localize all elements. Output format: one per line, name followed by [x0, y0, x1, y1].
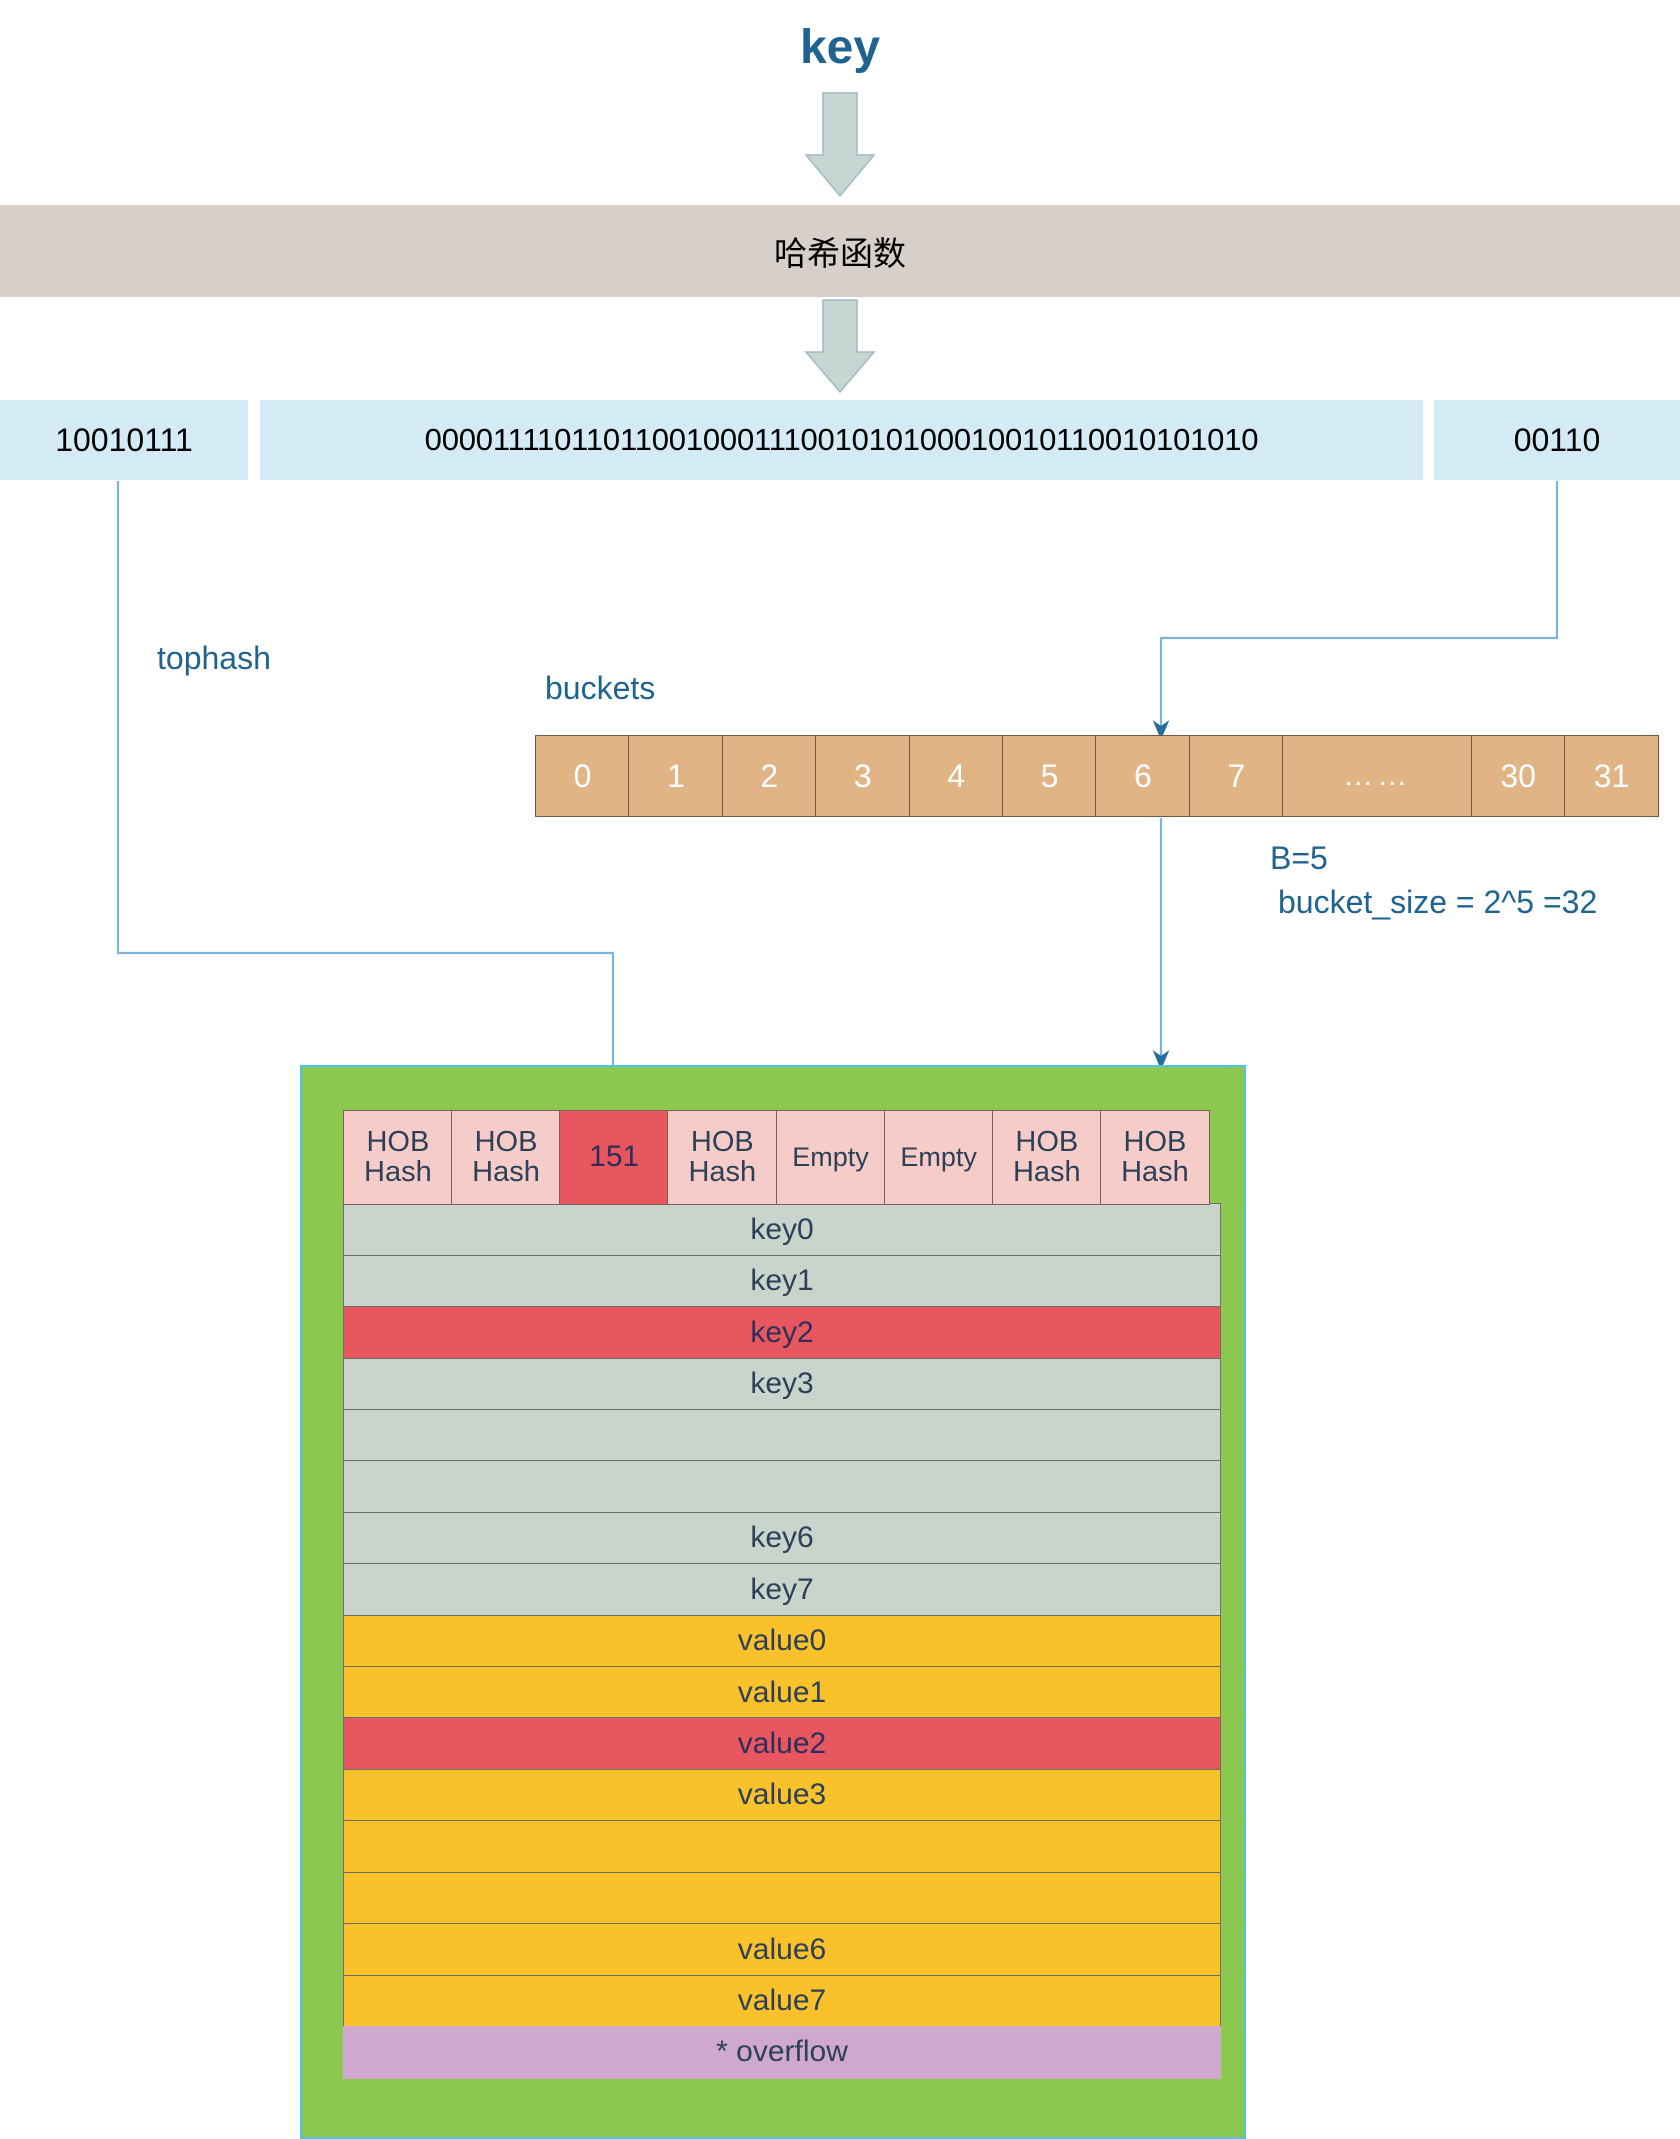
diagram-canvas: key 哈希函数 10010111 0000111101101100100011… [0, 0, 1680, 2139]
tophash-slot-line2: Hash [472, 1158, 540, 1188]
tophash-slot-line1: 151 [589, 1142, 639, 1173]
tophash-slot-1[interactable]: HOBHash [451, 1110, 561, 1205]
value-row-7[interactable]: value7 [343, 1975, 1221, 2028]
bucket-detail-contents: HOBHashHOBHash151HOBHashEmptyEmptyHOBHas… [343, 1110, 1221, 2079]
block-arrow-key-to-hash [806, 93, 874, 196]
value-row-0[interactable]: value0 [343, 1615, 1221, 1668]
buckets-label: buckets [545, 670, 655, 707]
tophash-slot-3[interactable]: HOBHash [667, 1110, 777, 1205]
key-row-2[interactable]: key2 [343, 1306, 1221, 1359]
key-row-0[interactable]: key0 [343, 1203, 1221, 1256]
tophash-slot-line1: HOB [1124, 1128, 1187, 1158]
bucket-cell-10[interactable]: 31 [1564, 735, 1659, 817]
page-title: key [0, 16, 1680, 78]
bucket-cell-5[interactable]: 5 [1002, 735, 1097, 817]
value-row-5[interactable] [343, 1872, 1221, 1925]
value-row-2[interactable]: value2 [343, 1717, 1221, 1770]
value-row-6[interactable]: value6 [343, 1923, 1221, 1976]
tophash-slot-5[interactable]: Empty [884, 1110, 994, 1205]
tophash-slot-4[interactable]: Empty [776, 1110, 886, 1205]
tophash-label: tophash [157, 640, 271, 677]
middle-bits-box: 0000111101101100100011100101010001001011… [260, 400, 1423, 480]
bucket-cell-3[interactable]: 3 [815, 735, 910, 817]
tophash-slot-line2: Hash [364, 1158, 432, 1188]
tophash-slot-line2: Hash [1121, 1158, 1189, 1188]
tophash-slot-line2: Hash [688, 1158, 756, 1188]
bucket-size-label: bucket_size = 2^5 =32 [1278, 884, 1597, 921]
low-bits-box: 00110 [1434, 400, 1680, 480]
bucket-cell-4[interactable]: 4 [909, 735, 1004, 817]
tophash-slot-row: HOBHashHOBHash151HOBHashEmptyEmptyHOBHas… [343, 1110, 1221, 1205]
bucket-cell-9[interactable]: 30 [1471, 735, 1566, 817]
block-arrow-hash-to-bits [806, 300, 874, 392]
value-row-4[interactable] [343, 1820, 1221, 1873]
bucket-cell-7[interactable]: 7 [1189, 735, 1284, 817]
key-row-4[interactable] [343, 1409, 1221, 1462]
hash-function-box: 哈希函数 [0, 205, 1680, 297]
bucket-cell-2[interactable]: 2 [722, 735, 817, 817]
values-section: value0value1value2value3 value6value7 [343, 1615, 1221, 2028]
bucket-cell-6[interactable]: 6 [1095, 735, 1190, 817]
tophash-slot-2[interactable]: 151 [559, 1110, 669, 1205]
tophash-slot-6[interactable]: HOBHash [992, 1110, 1102, 1205]
tophash-slot-line1: Empty [792, 1144, 869, 1172]
key-row-1[interactable]: key1 [343, 1255, 1221, 1308]
value-row-1[interactable]: value1 [343, 1666, 1221, 1719]
tophash-slot-line2: Hash [1013, 1158, 1081, 1188]
keys-section: key0key1key2key3 key6key7 [343, 1203, 1221, 1616]
tophash-slot-line1: HOB [366, 1128, 429, 1158]
tophash-slot-line1: HOB [1015, 1128, 1078, 1158]
tophash-slot-0[interactable]: HOBHash [343, 1110, 453, 1205]
key-row-3[interactable]: key3 [343, 1358, 1221, 1411]
tophash-slot-line1: HOB [475, 1128, 538, 1158]
tophash-slot-line1: Empty [900, 1144, 977, 1172]
tophash-slot-7[interactable]: HOBHash [1100, 1110, 1210, 1205]
value-row-3[interactable]: value3 [343, 1769, 1221, 1822]
overflow-pointer-row: * overflow [343, 2026, 1221, 2079]
tophash-bits-box: 10010111 [0, 400, 248, 480]
buckets-strip: 01234567……3031 [535, 735, 1659, 817]
bucket-cell-0[interactable]: 0 [535, 735, 630, 817]
b-value-label: B=5 [1270, 840, 1328, 877]
bucket-cell-8[interactable]: …… [1282, 735, 1472, 817]
key-row-6[interactable]: key6 [343, 1512, 1221, 1565]
key-row-7[interactable]: key7 [343, 1563, 1221, 1616]
hash-bits-row: 10010111 0000111101101100100011100101010… [0, 400, 1680, 480]
connector-lowbits-to-bucket [1161, 481, 1557, 730]
bucket-cell-1[interactable]: 1 [628, 735, 723, 817]
tophash-slot-line1: HOB [691, 1128, 754, 1158]
key-row-5[interactable] [343, 1460, 1221, 1513]
